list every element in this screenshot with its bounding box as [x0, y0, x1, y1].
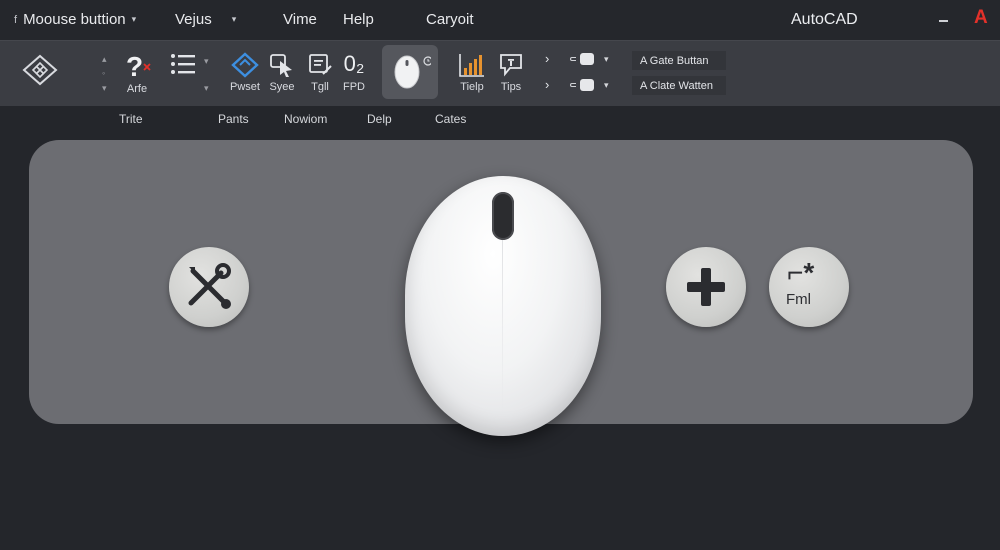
pointer-arrow-icon — [268, 52, 296, 78]
asterisk-bracket-icon: ⌐* — [787, 257, 815, 288]
mouse-illustration[interactable] — [405, 176, 601, 436]
menu-vejus[interactable]: Vejus ▾ — [175, 11, 236, 28]
tool-label: Tgll — [311, 81, 329, 93]
group-label-nowiom: Nowiom — [284, 112, 328, 126]
fpd-tool-button[interactable]: 0₂ FPD — [343, 50, 365, 93]
arfe-tool-button[interactable]: ? Arfe — [122, 50, 152, 95]
spinner-mid-icon: ◦ — [102, 68, 106, 78]
bar-chart-icon — [458, 52, 486, 78]
list-icon — [170, 52, 196, 76]
chevron-down-icon[interactable]: ▾ — [604, 80, 609, 91]
tool-label: Pwset — [230, 81, 260, 93]
text-edit-icon — [307, 52, 333, 78]
group-label-trite: Trite — [119, 112, 143, 126]
menu-label: Vime — [283, 11, 317, 28]
cad-logo-icon — [22, 54, 58, 86]
toggle-knob-icon — [580, 53, 594, 65]
chevron-down-icon: ▾ — [231, 14, 237, 24]
app-title: AutoCAD — [791, 11, 858, 28]
toggle-switch-1[interactable]: ▾ — [570, 53, 609, 65]
list-caret-icon[interactable]: ▾ — [204, 55, 209, 68]
tool-label: Tips — [500, 81, 522, 93]
list-tool-button[interactable] — [170, 52, 196, 76]
list-caret-down-icon[interactable]: ▾ — [204, 82, 209, 95]
scroll-wheel[interactable] — [492, 192, 514, 240]
tool-label: FPD — [343, 81, 365, 93]
chevron-down-icon[interactable]: ▾ — [604, 54, 609, 65]
chevron-right-icon[interactable]: › — [545, 51, 549, 66]
tools-button[interactable] — [169, 247, 249, 327]
spinner-up-icon[interactable]: ▴ — [102, 53, 107, 66]
tips-tool-button[interactable]: Tips — [498, 52, 524, 93]
fml-button[interactable]: ⌐* Fml — [769, 247, 849, 327]
menu-help[interactable]: Help — [343, 11, 374, 28]
mouse-tool-button[interactable] — [382, 45, 438, 99]
coordinate-icon: 0₂ — [343, 51, 365, 76]
menu-marker: f — [14, 13, 18, 26]
toggle-knob-icon — [580, 79, 594, 91]
spinner-down-icon[interactable]: ▾ — [102, 82, 107, 95]
select-diamond-icon — [231, 52, 259, 78]
minimize-icon[interactable] — [939, 20, 948, 22]
add-button[interactable] — [666, 247, 746, 327]
pwset-tool-button[interactable]: Pwset — [230, 52, 260, 93]
help-question-icon: ? — [122, 50, 152, 80]
menu-vime[interactable]: Vime — [283, 11, 317, 28]
plus-icon — [683, 264, 729, 315]
menu-label: Vejus — [175, 11, 212, 28]
menu-label: Caryoit — [426, 11, 474, 28]
tgll-tool-button[interactable]: Tgll — [307, 52, 333, 93]
fml-label: Fml — [786, 291, 811, 308]
tool-label: Arfe — [126, 83, 148, 95]
tool-label: Syee — [269, 81, 295, 93]
toggle-cap-icon — [570, 83, 576, 87]
svg-text:?: ? — [126, 51, 143, 80]
menu-label: Moouse buttion — [23, 11, 126, 28]
gate-button-2[interactable]: A Clate Watten — [632, 76, 726, 95]
menu-mouse-button[interactable]: f Moouse buttion ▾ — [14, 11, 136, 28]
chevron-right-icon[interactable]: › — [545, 77, 549, 92]
menu-caryoit[interactable]: Caryoit — [426, 11, 474, 28]
gate-button-1[interactable]: A Gate Buttan — [632, 51, 726, 70]
menu-bar: f Moouse buttion ▾ Vejus ▾ Vime Help Car… — [0, 0, 1000, 40]
mouse-icon — [391, 52, 433, 97]
autocad-logo-icon[interactable]: A — [974, 7, 988, 29]
syee-tool-button[interactable]: Syee — [268, 52, 296, 93]
group-label-cates: Cates — [435, 112, 467, 126]
group-label-pants: Pants — [218, 112, 249, 126]
toggle-cap-icon — [570, 57, 576, 61]
group-label-delp: Delp — [367, 112, 392, 126]
chevron-down-icon: ▾ — [131, 14, 137, 24]
wrench-screwdriver-icon — [181, 259, 237, 320]
menu-label: Help — [343, 11, 374, 28]
cad-logo-button[interactable] — [22, 54, 58, 86]
tips-bubble-icon — [498, 52, 524, 78]
tool-label: Tielp — [460, 81, 484, 93]
toggle-switch-2[interactable]: ▾ — [570, 79, 609, 91]
tielp-tool-button[interactable]: Tielp — [458, 52, 486, 93]
